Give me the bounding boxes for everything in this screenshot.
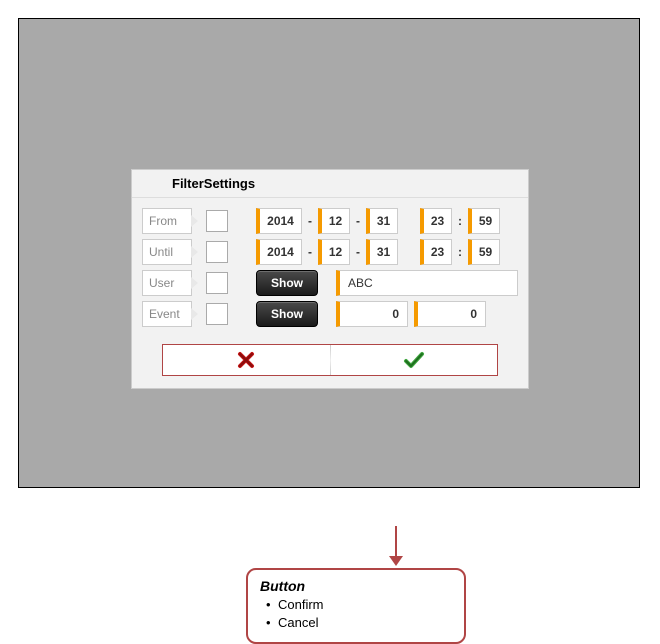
callout-item: Confirm	[260, 596, 452, 614]
from-hour-field[interactable]: 23	[420, 208, 452, 234]
event-value1-field[interactable]: 0	[336, 301, 408, 327]
row-until: Until 2014 - 12 - 31 23 : 59	[142, 239, 518, 265]
until-month-field[interactable]: 12	[318, 239, 350, 265]
from-checkbox[interactable]	[206, 210, 228, 232]
user-show-button[interactable]: Show	[256, 270, 318, 296]
date-separator: -	[308, 245, 312, 259]
until-year-field[interactable]: 2014	[256, 239, 302, 265]
dialog-body: From 2014 - 12 - 31 23 : 59 Until 2014 -…	[132, 198, 528, 338]
from-label: From	[142, 208, 192, 234]
confirm-button[interactable]	[331, 345, 498, 375]
callout-item: Cancel	[260, 614, 452, 632]
time-separator: :	[458, 245, 462, 259]
confirm-icon	[403, 350, 425, 370]
event-show-button[interactable]: Show	[256, 301, 318, 327]
user-value-field[interactable]: ABC	[336, 270, 518, 296]
callout-title: Button	[260, 578, 452, 594]
until-hour-field[interactable]: 23	[420, 239, 452, 265]
until-label: Until	[142, 239, 192, 265]
time-separator: :	[458, 214, 462, 228]
callout-box: Button Confirm Cancel	[246, 568, 466, 644]
date-separator: -	[308, 214, 312, 228]
callout-connector-line	[395, 526, 397, 558]
from-minute-field[interactable]: 59	[468, 208, 500, 234]
date-separator: -	[356, 245, 360, 259]
from-month-field[interactable]: 12	[318, 208, 350, 234]
event-label: Event	[142, 301, 192, 327]
event-value2-field[interactable]: 0	[414, 301, 486, 327]
date-separator: -	[356, 214, 360, 228]
callout-arrow-icon	[389, 556, 403, 566]
action-bar	[162, 344, 498, 376]
cancel-icon	[236, 350, 256, 370]
from-day-field[interactable]: 31	[366, 208, 398, 234]
dialog-title: FilterSettings	[132, 170, 528, 198]
from-year-field[interactable]: 2014	[256, 208, 302, 234]
filter-settings-dialog: FilterSettings From 2014 - 12 - 31 23 : …	[131, 169, 529, 389]
user-label: User	[142, 270, 192, 296]
event-checkbox[interactable]	[206, 303, 228, 325]
until-checkbox[interactable]	[206, 241, 228, 263]
row-user: User Show ABC	[142, 270, 518, 296]
user-checkbox[interactable]	[206, 272, 228, 294]
row-from: From 2014 - 12 - 31 23 : 59	[142, 208, 518, 234]
outer-frame: FilterSettings From 2014 - 12 - 31 23 : …	[18, 18, 640, 488]
until-day-field[interactable]: 31	[366, 239, 398, 265]
until-minute-field[interactable]: 59	[468, 239, 500, 265]
row-event: Event Show 0 0	[142, 301, 518, 327]
cancel-button[interactable]	[163, 345, 330, 375]
